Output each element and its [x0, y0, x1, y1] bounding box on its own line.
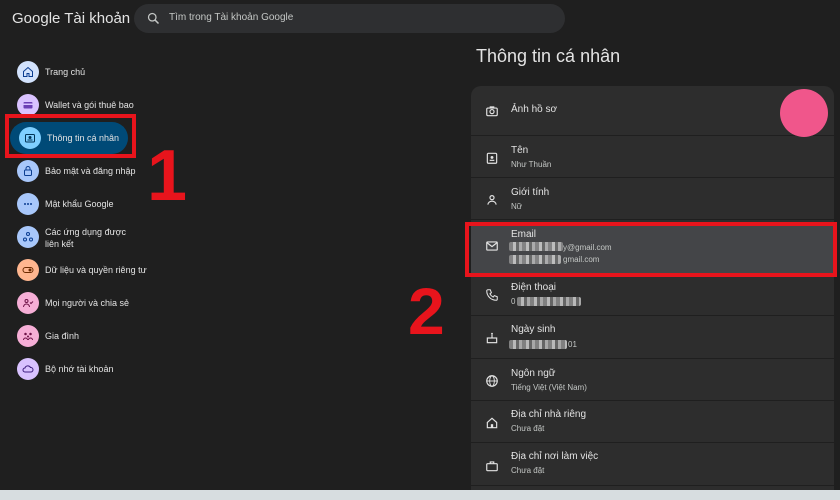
camera-icon: [486, 106, 498, 117]
redacted-phone: [517, 297, 581, 306]
row-value: 0: [511, 297, 516, 306]
row-label: Địa chỉ nơi làm việc: [511, 451, 599, 462]
redacted-birthday: [509, 340, 567, 349]
step-number-2: 2: [408, 274, 445, 348]
family-icon: [17, 325, 39, 347]
sidebar-item-label: Mọi người và chia sẻ: [45, 298, 129, 308]
sidebar-item-label: Wallet và gói thuê bao: [45, 100, 134, 110]
row-profile-photo[interactable]: Ảnh hồ sơ: [471, 86, 834, 137]
row-home-address[interactable]: Địa chỉ nhà riêng Chưa đặt: [471, 402, 834, 443]
sidebar-item-label: Gia đình: [45, 331, 80, 341]
sidebar-item-label: Các ứng dụng được liên kết: [45, 227, 126, 249]
sidebar-item-label: Dữ liệu và quyền riêng tư: [45, 265, 147, 275]
top-bar: Google Tài khoản Tìm trong Tài khoản Goo…: [0, 0, 840, 40]
sidebar-item-label: Trang chủ: [45, 67, 86, 77]
linked-apps-icon: [17, 226, 39, 248]
sidebar-item-storage[interactable]: Bộ nhớ tài khoản: [8, 353, 136, 385]
sidebar-item-family[interactable]: Gia đình: [8, 320, 136, 352]
sidebar-item-security[interactable]: Bảo mật và đăng nhập: [8, 155, 136, 187]
row-value: Như Thuần: [511, 160, 552, 169]
step-number-1: 1: [147, 136, 188, 216]
sidebar-item-label: Mật khẩu Google: [45, 199, 114, 209]
cloud-icon: [17, 358, 39, 380]
row-value: Chưa đặt: [511, 424, 545, 433]
row-value: Chưa đặt: [511, 466, 545, 475]
sidebar-item-label: Bảo mật và đăng nhập: [45, 166, 136, 176]
row-label: Điện thoại: [511, 282, 557, 293]
row-label: Giới tính: [511, 187, 550, 198]
page-title: Thông tin cá nhân: [476, 46, 621, 66]
sidebar-item-data-privacy[interactable]: Dữ liệu và quyền riêng tư: [8, 254, 147, 286]
globe-icon: [486, 375, 498, 387]
app-brand[interactable]: Google Tài khoản: [12, 10, 130, 27]
bottom-strip: [0, 490, 840, 500]
people-icon: [17, 292, 39, 314]
row-name[interactable]: Tên Như Thuần: [471, 137, 834, 178]
lock-icon: [17, 160, 39, 182]
search-icon: [147, 12, 160, 25]
row-label: Địa chỉ nhà riêng: [511, 409, 587, 420]
row-label: Ngôn ngữ: [511, 368, 556, 379]
highlight-box-personal-info: [5, 114, 136, 158]
wallet-icon: [17, 94, 39, 116]
work-icon: [486, 461, 498, 472]
sidebar-item-label: Bộ nhớ tài khoản: [45, 364, 114, 374]
cake-icon: [486, 332, 498, 344]
row-phone[interactable]: Điện thoại 0: [471, 275, 834, 316]
privacy-toggle-icon: [17, 259, 39, 281]
row-label: Tên: [511, 145, 529, 156]
row-value: 01: [568, 340, 577, 349]
row-language[interactable]: Ngôn ngữ Tiếng Việt (Việt Nam): [471, 360, 834, 401]
row-value: Nữ: [511, 202, 523, 211]
search-placeholder: Tìm trong Tài khoản Google: [169, 12, 294, 23]
avatar[interactable]: [780, 89, 828, 137]
password-icon: [17, 193, 39, 215]
home-icon: [486, 417, 498, 429]
sidebar-item-people-sharing[interactable]: Mọi người và chia sẻ: [8, 287, 136, 319]
phone-icon: [486, 289, 498, 301]
badge-icon: [486, 152, 498, 164]
highlight-box-email: [465, 222, 837, 277]
home-icon: [17, 61, 39, 83]
row-label: Ngày sinh: [511, 324, 556, 335]
person-icon: [487, 195, 497, 205]
personal-info-card: Ảnh hồ sơ Tên Như Thuần Giới tính Nữ Ema…: [471, 86, 834, 496]
row-birthday[interactable]: Ngày sinh 01: [471, 317, 834, 359]
search-box[interactable]: Tìm trong Tài khoản Google: [134, 4, 565, 33]
row-value: Tiếng Việt (Việt Nam): [511, 383, 587, 392]
sidebar-item-linked-apps[interactable]: Các ứng dụng được liên kết: [8, 221, 136, 253]
sidebar-item-home[interactable]: Trang chủ: [8, 56, 136, 88]
row-gender[interactable]: Giới tính Nữ: [471, 179, 834, 220]
row-label: Ảnh hồ sơ: [511, 104, 558, 115]
sidebar-item-passwords[interactable]: Mật khẩu Google: [8, 188, 136, 220]
row-work-address[interactable]: Địa chỉ nơi làm việc Chưa đặt: [471, 444, 834, 486]
